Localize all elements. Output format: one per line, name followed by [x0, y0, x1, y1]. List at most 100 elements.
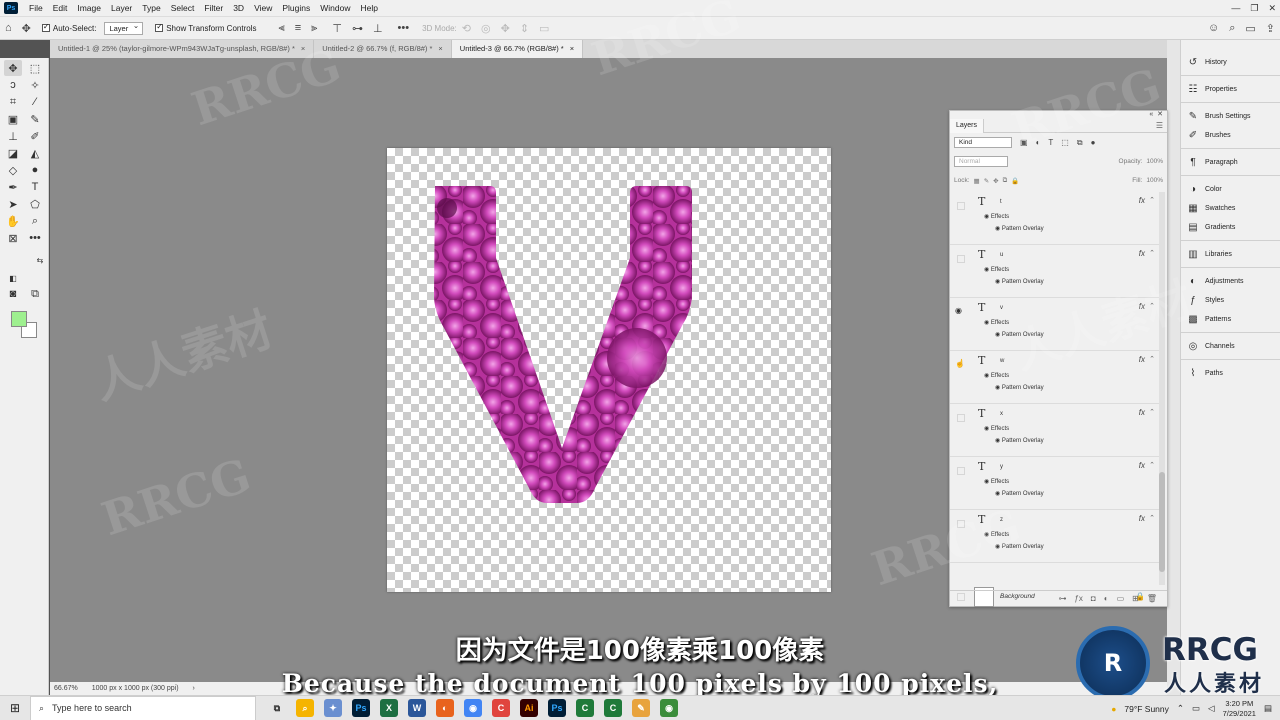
expand-effects-icon[interactable]: ⌃: [1149, 408, 1155, 416]
foreground-color-swatch[interactable]: [11, 311, 27, 327]
document-canvas[interactable]: [387, 148, 831, 592]
frame-tool-icon[interactable]: ▣: [4, 111, 22, 127]
home-icon[interactable]: ⌂: [5, 22, 12, 34]
effect-name[interactable]: Pattern Overlay: [1002, 385, 1044, 391]
effect-name[interactable]: Pattern Overlay: [1002, 226, 1044, 232]
fx-icon[interactable]: fx: [1139, 355, 1145, 364]
app-icon-7[interactable]: ◉: [660, 699, 678, 717]
menu-window[interactable]: Window: [315, 0, 355, 16]
eyedropper-tool-icon[interactable]: ⁄: [26, 94, 44, 110]
type-tool-icon[interactable]: T: [26, 179, 44, 195]
close-tab-icon[interactable]: ×: [301, 44, 305, 53]
menu-file[interactable]: File: [24, 0, 48, 16]
opacity-value[interactable]: 100%: [1146, 158, 1163, 165]
layer-name[interactable]: t: [1000, 199, 1002, 205]
menu-edit[interactable]: Edit: [48, 0, 73, 16]
align-center-icon[interactable]: ≡: [295, 22, 301, 34]
link-layers-icon[interactable]: ⊶: [1058, 594, 1066, 603]
blur-tool-icon[interactable]: ◇: [4, 162, 22, 178]
pen-tool-icon[interactable]: ✒: [4, 179, 22, 195]
layer-v[interactable]: ◉ T v fx ⌃ ◉ Effects ◉ Pattern Overlay: [950, 298, 1159, 351]
app-icon[interactable]: ✦: [324, 699, 342, 717]
fx-icon[interactable]: fx: [1139, 408, 1145, 417]
swap-colors-icon[interactable]: ⇆: [31, 252, 49, 268]
weather-text[interactable]: 79°F Sunny: [1124, 704, 1169, 714]
panel-paths[interactable]: ⌇ Paths: [1187, 368, 1223, 379]
stamp-tool-icon[interactable]: ⊥: [4, 128, 22, 144]
search-app-icon[interactable]: ⌕: [296, 699, 314, 717]
menu-view[interactable]: View: [249, 0, 277, 16]
clock[interactable]: 3:20 PM 7/29/2021: [1223, 699, 1256, 719]
fx-icon[interactable]: fx: [1139, 249, 1145, 258]
menu-3d[interactable]: 3D: [228, 0, 249, 16]
layer-w[interactable]: ☝ T w fx ⌃ ◉ Effects ◉ Pattern Overlay: [950, 351, 1159, 404]
pixel-filter-icon[interactable]: ▣: [1020, 138, 1028, 147]
menu-filter[interactable]: Filter: [199, 0, 228, 16]
dodge-tool-icon[interactable]: ●: [26, 162, 44, 178]
panel-adjustments[interactable]: ◐ Adjustments: [1187, 276, 1244, 287]
user-icon[interactable]: ☺: [1208, 22, 1219, 34]
menu-layer[interactable]: Layer: [106, 0, 137, 16]
expand-effects-icon[interactable]: ⌃: [1149, 514, 1155, 522]
delete-layer-icon[interactable]: 🗑: [1147, 594, 1157, 603]
menu-type[interactable]: Type: [137, 0, 165, 16]
close-tab-icon[interactable]: ×: [438, 44, 442, 53]
eraser-tool-icon[interactable]: ◪: [4, 145, 22, 161]
app-icon-4[interactable]: C: [576, 699, 594, 717]
default-colors-icon[interactable]: ◧: [4, 270, 22, 286]
hand-cursor-icon[interactable]: ☝: [955, 359, 967, 371]
align-bottom-icon[interactable]: ⊥: [373, 22, 383, 35]
visibility-toggle[interactable]: [957, 255, 965, 263]
align-top-icon[interactable]: ⊤: [332, 22, 342, 35]
shape-filter-icon[interactable]: ⬚: [1061, 138, 1069, 147]
share-icon[interactable]: ⇪: [1266, 22, 1275, 35]
word-icon[interactable]: W: [408, 699, 426, 717]
add-style-icon[interactable]: ƒx: [1074, 594, 1082, 603]
blend-mode-dropdown[interactable]: Normal: [954, 156, 1008, 167]
marquee-tool-icon[interactable]: ⬚: [26, 60, 44, 76]
layer-y[interactable]: T y fx ⌃ ◉ Effects ◉ Pattern Overlay: [950, 457, 1159, 510]
more-tools-icon[interactable]: •••: [26, 230, 44, 246]
more-options-icon[interactable]: •••: [398, 22, 410, 34]
visibility-toggle[interactable]: [957, 414, 965, 422]
effect-name[interactable]: Pattern Overlay: [1002, 438, 1044, 444]
new-layer-icon[interactable]: ⊞: [1132, 594, 1139, 603]
panel-history[interactable]: ↺ History: [1187, 57, 1227, 68]
menu-image[interactable]: Image: [72, 0, 106, 16]
layer-name[interactable]: u: [1000, 252, 1003, 258]
tray-chevron-icon[interactable]: ⌃: [1177, 703, 1184, 714]
history-brush-tool-icon[interactable]: ✐: [26, 128, 44, 144]
fx-icon[interactable]: fx: [1139, 302, 1145, 311]
edit-toolbar-icon[interactable]: ⊠: [4, 230, 22, 246]
panel-paragraph[interactable]: ¶ Paragraph: [1187, 157, 1237, 168]
tab-untitled-1[interactable]: Untitled-1 @ 25% (taylor-gilmore-WPm943W…: [50, 40, 315, 58]
menu-plugins[interactable]: Plugins: [277, 0, 315, 16]
lock-artboard-icon[interactable]: ⧉: [1003, 177, 1008, 185]
expand-effects-icon[interactable]: ⌃: [1149, 249, 1155, 257]
panel-gradients[interactable]: ▤ Gradients: [1187, 222, 1235, 233]
zoom-tool-icon[interactable]: ⌕: [26, 213, 44, 229]
visibility-eye-icon[interactable]: ◉: [955, 306, 967, 318]
paint-bucket-tool-icon[interactable]: ◭: [26, 145, 44, 161]
taskbar-search-box[interactable]: ⌕ Type here to search: [30, 695, 256, 720]
new-adjustment-icon[interactable]: ◐: [1104, 594, 1109, 603]
fx-icon[interactable]: fx: [1139, 461, 1145, 470]
show-transform-checkbox[interactable]: [155, 22, 164, 32]
new-group-icon[interactable]: ▭: [1117, 594, 1125, 603]
panel-libraries[interactable]: ▥ Libraries: [1187, 249, 1232, 260]
panel-color[interactable]: ◑ Color: [1187, 184, 1222, 195]
lock-position-icon[interactable]: ✥: [993, 177, 998, 185]
add-mask-icon[interactable]: ◘: [1091, 594, 1096, 603]
panel-properties[interactable]: ☷ Properties: [1187, 84, 1237, 95]
smart-object-filter-icon[interactable]: ⧉: [1077, 138, 1083, 148]
effect-name[interactable]: Pattern Overlay: [1002, 279, 1044, 285]
layers-tab[interactable]: Layers: [950, 118, 985, 133]
tab-untitled-2[interactable]: Untitled-2 @ 66.7% (f, RGB/8#) * ×: [314, 40, 452, 58]
layer-name[interactable]: y: [1000, 464, 1003, 470]
panel-brushes[interactable]: ✐ Brushes: [1187, 130, 1231, 141]
layer-z[interactable]: T z fx ⌃ ◉ Effects ◉ Pattern Overlay: [950, 510, 1159, 563]
align-right-icon[interactable]: ⫸: [311, 22, 317, 35]
photoshop-taskbar-icon-2[interactable]: Ps: [548, 699, 566, 717]
windows-start-icon[interactable]: ⊞: [0, 696, 30, 720]
tab-untitled-3[interactable]: Untitled-3 @ 66.7% (RGB/8#) * ×: [451, 40, 584, 58]
